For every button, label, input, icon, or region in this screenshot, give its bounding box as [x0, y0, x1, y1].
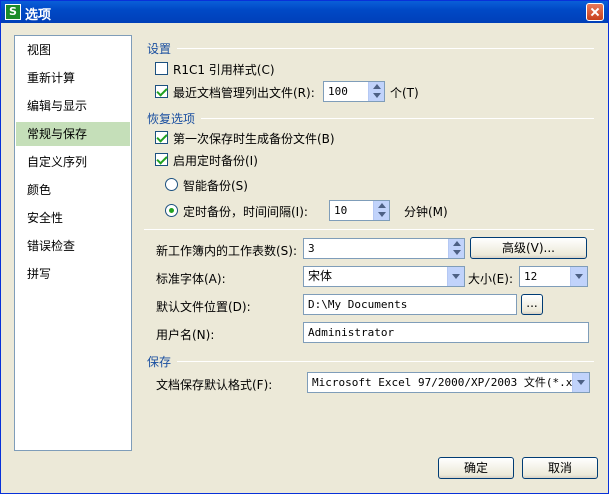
smart-backup-label: 智能备份(S): [183, 179, 248, 193]
default-location-label: 默认文件位置(D):: [156, 300, 251, 314]
recent-files-label: 最近文档管理列出文件(R):: [173, 86, 315, 100]
font-size-select[interactable]: 12: [519, 266, 588, 287]
spin-arrows-icon[interactable]: [368, 82, 384, 101]
cancel-button[interactable]: 取消: [522, 457, 598, 479]
section-divider: [144, 229, 594, 230]
default-location-value: D:\My Documents: [308, 298, 408, 311]
save-section-title: 保存: [147, 355, 172, 369]
nav-item-spelling[interactable]: 拼写: [16, 262, 130, 286]
username-value: Administrator: [308, 326, 395, 339]
nav-item-custom-lists[interactable]: 自定义序列: [16, 150, 130, 174]
first-save-backup-checkbox[interactable]: [155, 131, 168, 144]
save-separator: [177, 361, 594, 362]
chevron-down-icon[interactable]: [570, 267, 587, 286]
recent-files-stepper[interactable]: 100: [323, 81, 385, 102]
smart-backup-radio[interactable]: [165, 178, 178, 191]
interval-value: 10: [334, 204, 348, 217]
settings-section-title: 设置: [147, 42, 172, 56]
default-format-label: 文档保存默认格式(F):: [156, 378, 273, 392]
title-bar[interactable]: S 选项: [1, 1, 608, 23]
close-icon[interactable]: [586, 3, 604, 21]
ok-button[interactable]: 确定: [438, 457, 514, 479]
chevron-down-icon[interactable]: [572, 373, 589, 392]
timed-interval-radio[interactable]: [165, 204, 178, 217]
sheets-count-stepper[interactable]: 3: [303, 238, 465, 259]
standard-font-select[interactable]: 宋体: [303, 266, 465, 287]
r1c1-checkbox[interactable]: [155, 62, 168, 75]
nav-item-error-check[interactable]: 错误检查: [16, 234, 130, 258]
options-dialog: S 选项 视图 重新计算 编辑与显示 常规与保存 自定义序列 颜色 安全性 错误…: [0, 0, 609, 494]
category-list[interactable]: 视图 重新计算 编辑与显示 常规与保存 自定义序列 颜色 安全性 错误检查 拼写: [14, 35, 132, 451]
default-format-value: Microsoft Excel 97/2000/XP/2003 文件(*.xls…: [312, 376, 590, 389]
default-format-select[interactable]: Microsoft Excel 97/2000/XP/2003 文件(*.xls…: [307, 372, 590, 393]
sheets-count-value: 3: [308, 242, 315, 255]
nav-item-view[interactable]: 视图: [16, 38, 130, 62]
standard-font-label: 标准字体(A):: [156, 272, 226, 286]
standard-font-value: 宋体: [308, 269, 333, 283]
first-save-backup-label: 第一次保存时生成备份文件(B): [173, 132, 335, 146]
spin-arrows-icon[interactable]: [448, 239, 464, 258]
advanced-button[interactable]: 高级(V)...: [470, 237, 587, 259]
window-title: 选项: [25, 8, 52, 23]
font-size-value: 12: [524, 270, 538, 283]
recent-files-checkbox[interactable]: [155, 85, 168, 98]
timed-interval-label: 定时备份，时间间隔(I):: [183, 205, 308, 219]
nav-item-edit-display[interactable]: 编辑与显示: [16, 94, 130, 118]
recent-files-unit: 个(T): [390, 86, 419, 100]
nav-item-color[interactable]: 颜色: [16, 178, 130, 202]
timed-backup-checkbox[interactable]: [155, 153, 168, 166]
nav-item-recalc[interactable]: 重新计算: [16, 66, 130, 90]
nav-item-general-save[interactable]: 常规与保存: [16, 122, 130, 146]
username-label: 用户名(N):: [156, 328, 215, 342]
chevron-down-icon[interactable]: [447, 267, 464, 286]
recovery-separator: [201, 118, 594, 119]
recovery-section-title: 恢复选项: [147, 112, 196, 126]
settings-separator: [177, 48, 594, 49]
r1c1-label: R1C1 引用样式(C): [173, 63, 275, 77]
app-icon: S: [5, 4, 21, 20]
default-location-input[interactable]: D:\My Documents: [303, 294, 517, 315]
timed-backup-label: 启用定时备份(I): [173, 154, 258, 168]
browse-button[interactable]: ...: [521, 294, 543, 315]
nav-item-security[interactable]: 安全性: [16, 206, 130, 230]
font-size-label: 大小(E):: [468, 272, 513, 286]
interval-unit: 分钟(M): [404, 205, 448, 219]
spin-arrows-icon[interactable]: [373, 201, 389, 220]
sheets-count-label: 新工作簿内的工作表数(S):: [156, 244, 298, 258]
recent-files-value: 100: [328, 85, 348, 98]
username-input[interactable]: Administrator: [303, 322, 589, 343]
interval-stepper[interactable]: 10: [329, 200, 390, 221]
